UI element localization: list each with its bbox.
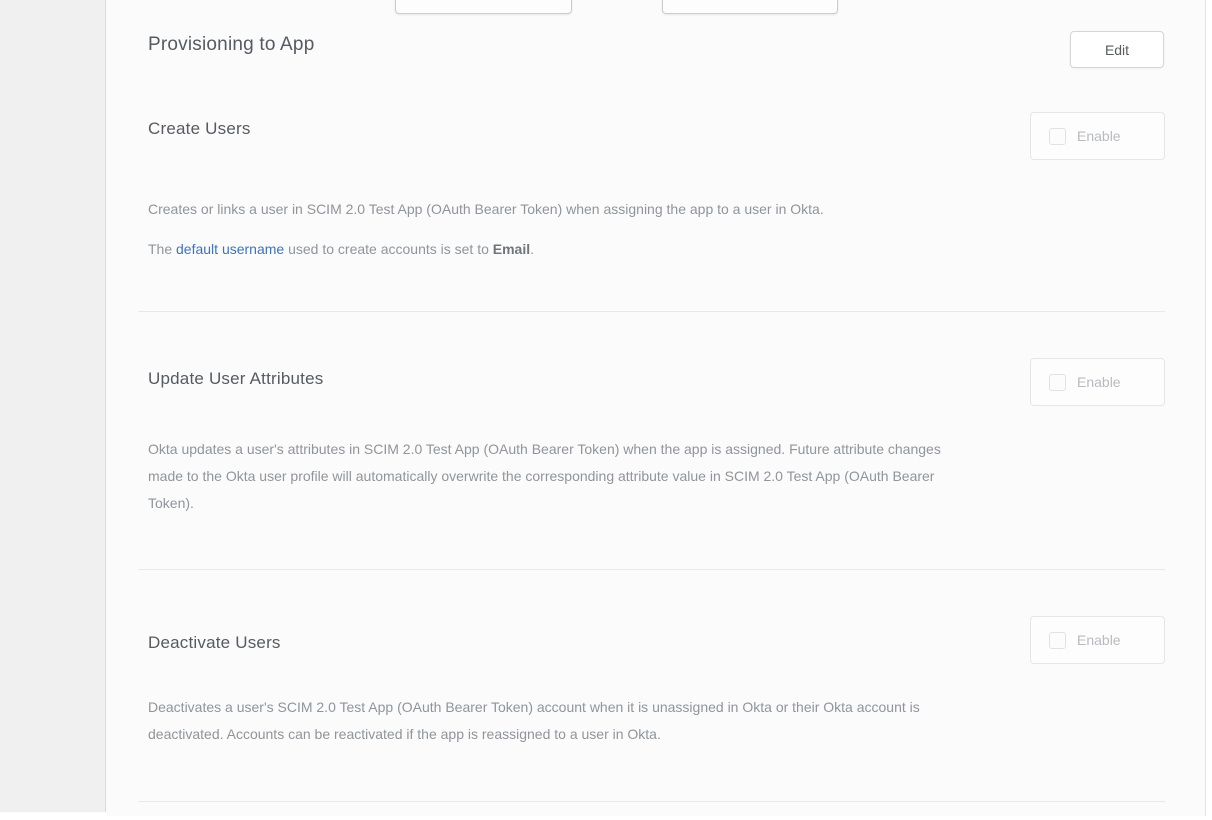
username-line-prefix: The [148, 241, 176, 257]
section-divider [138, 569, 1165, 570]
username-value: Email [493, 241, 530, 257]
enable-label: Enable [1077, 374, 1121, 390]
page-title: Provisioning to App [148, 34, 314, 56]
update-user-attributes-description: Okta updates a user's attributes in SCIM… [148, 436, 1200, 517]
username-line-suffix: . [530, 241, 534, 257]
provisioning-settings-page: Provisioning to App Edit Create Users En… [0, 0, 1212, 820]
enable-toggle-deactivate-users[interactable]: Enable [1030, 616, 1165, 664]
left-sidebar-strip [0, 0, 106, 812]
enable-checkbox-create-users[interactable] [1049, 128, 1066, 145]
deactivate-users-description: Deactivates a user's SCIM 2.0 Test App (… [148, 694, 1200, 748]
section-title-update-user-attributes: Update User Attributes [148, 369, 323, 389]
section-title-deactivate-users: Deactivate Users [148, 633, 281, 653]
enable-toggle-create-users[interactable]: Enable [1030, 112, 1165, 160]
cropped-input-box-right[interactable] [662, 0, 838, 14]
create-users-username-line: The default username used to create acco… [148, 236, 1200, 263]
enable-toggle-update-user-attributes[interactable]: Enable [1030, 358, 1165, 406]
cropped-input-box-left[interactable] [395, 0, 572, 14]
edit-button[interactable]: Edit [1070, 31, 1164, 68]
section-title-create-users: Create Users [148, 119, 251, 139]
section-divider [138, 311, 1165, 312]
create-users-description: Creates or links a user in SCIM 2.0 Test… [148, 196, 1200, 223]
default-username-link[interactable]: default username [176, 241, 284, 257]
section-divider [138, 801, 1165, 802]
provisioning-panel: Provisioning to App Edit Create Users En… [107, 0, 1206, 816]
enable-checkbox-deactivate-users[interactable] [1049, 632, 1066, 649]
enable-checkbox-update-user-attributes[interactable] [1049, 374, 1066, 391]
username-line-middle: used to create accounts is set to [284, 241, 493, 257]
enable-label: Enable [1077, 632, 1121, 648]
enable-label: Enable [1077, 128, 1121, 144]
